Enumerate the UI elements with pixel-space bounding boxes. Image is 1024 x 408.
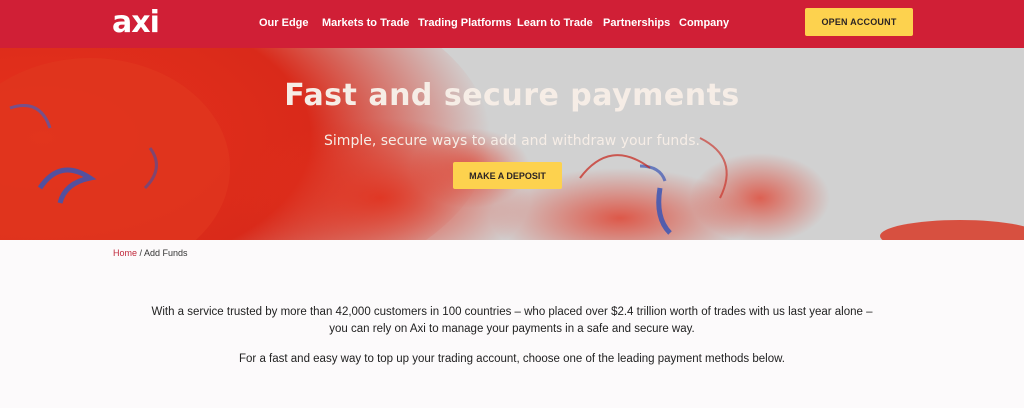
hero-subtitle: Simple, secure ways to add and withdraw … [324,133,700,149]
breadcrumb: Home / Add Funds [113,247,188,259]
breadcrumb-separator: / [137,248,145,258]
hero-title: Fast and secure payments [284,78,740,113]
nav-item-company[interactable]: Company [679,15,729,31]
nav-item-partnerships[interactable]: Partnerships [603,15,670,31]
make-deposit-button[interactable]: MAKE A DEPOSIT [453,162,562,189]
intro-paragraph: With a service trusted by more than 42,0… [151,306,873,335]
site-header: axi Our Edge Markets to Trade Trading Pl… [0,0,1024,48]
payment-methods-paragraph: For a fast and easy way to top up your t… [239,353,785,365]
hero-banner: Fast and secure payments Simple, secure … [0,48,1024,240]
nav-item-learn-to-trade[interactable]: Learn to Trade [517,15,593,31]
nav-item-trading-platforms[interactable]: Trading Platforms [418,15,512,31]
nav-item-markets-to-trade[interactable]: Markets to Trade [322,15,409,31]
nav-item-our-edge[interactable]: Our Edge [259,15,309,31]
open-account-button[interactable]: OPEN ACCOUNT [805,8,913,36]
breadcrumb-home-link[interactable]: Home [113,248,137,258]
breadcrumb-current: Add Funds [144,248,188,258]
